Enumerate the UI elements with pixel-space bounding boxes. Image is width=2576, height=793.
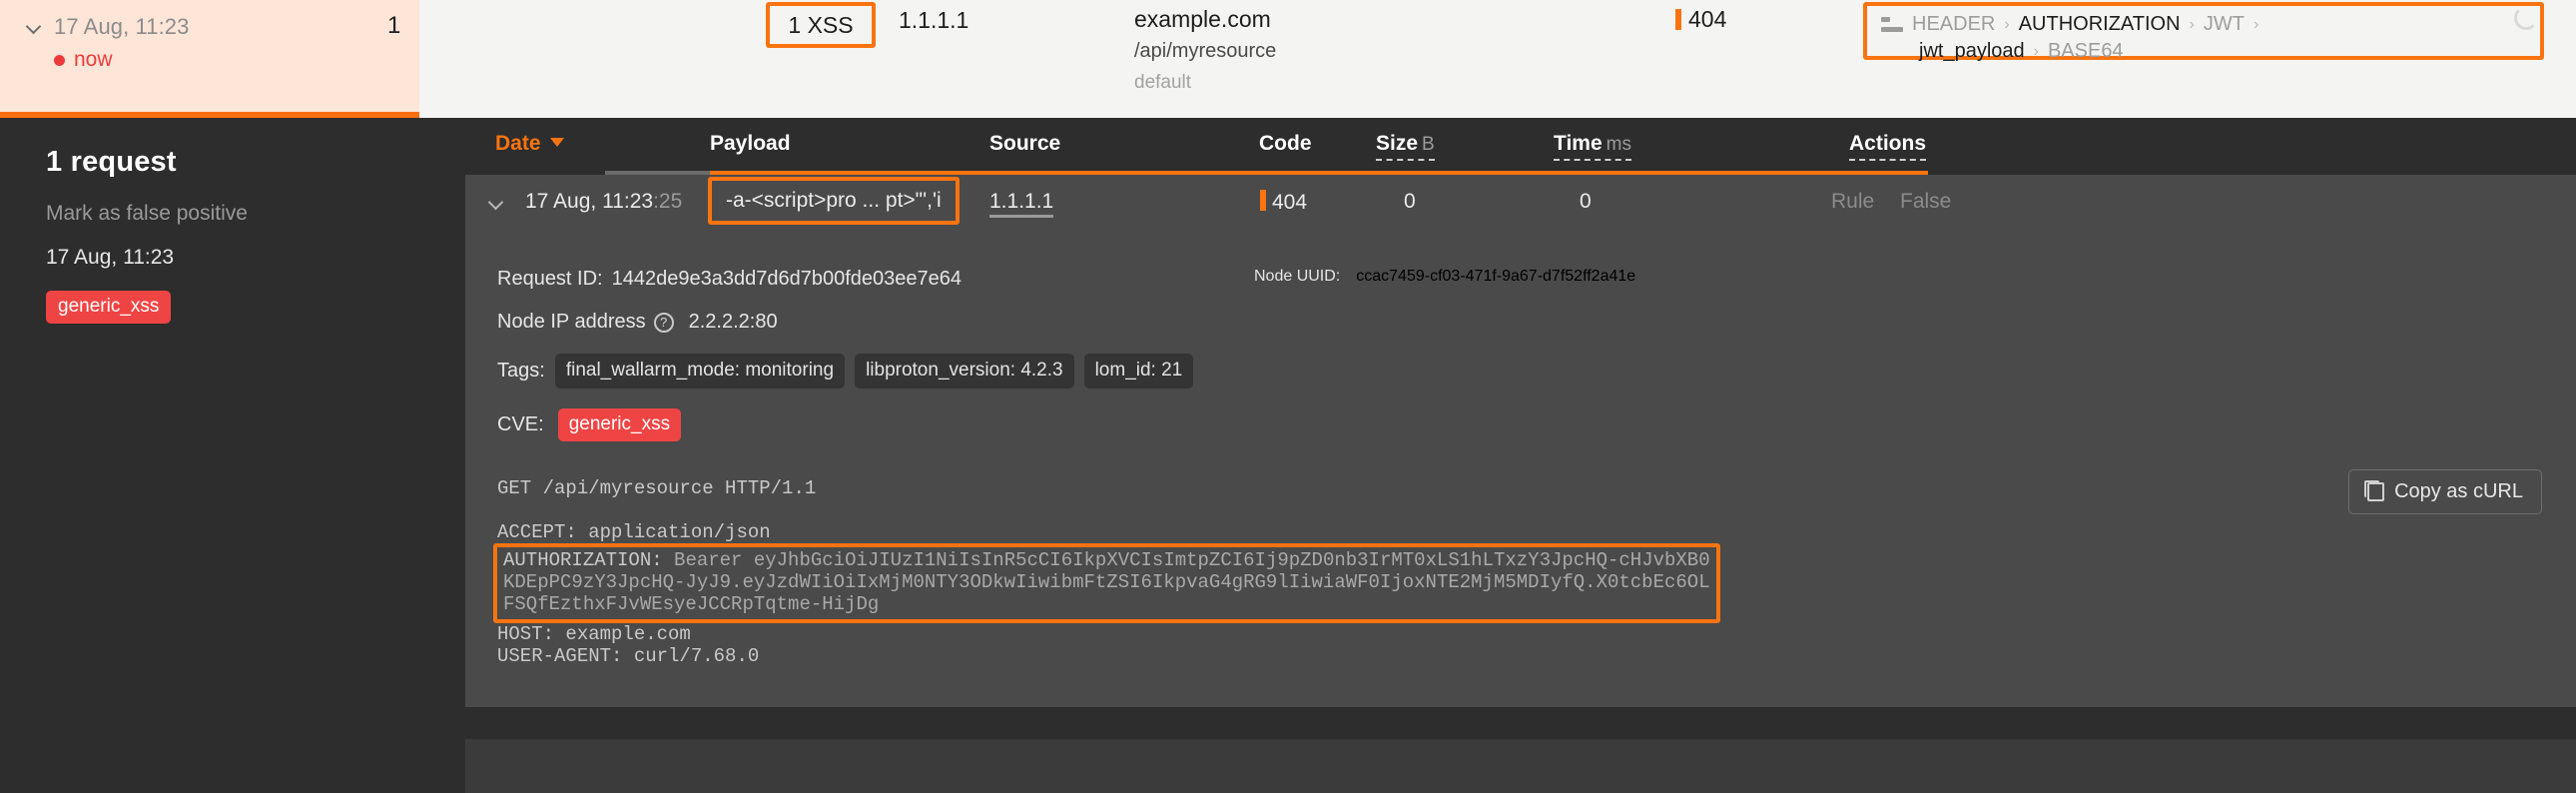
- sidebar-date: 17 Aug, 11:23: [46, 246, 175, 269]
- attack-branch: default: [1134, 72, 1192, 93]
- table-row[interactable]: 17 Aug, 11:23:25 -a-<script>pro ... pt>"…: [465, 175, 2576, 230]
- tags-label: Tags:: [497, 360, 545, 382]
- red-dot-icon: [54, 54, 65, 66]
- caret-down-icon[interactable]: [549, 138, 564, 147]
- node-ip-label: Node IP address: [497, 311, 646, 333]
- tags-row: Tags: final_wallarm_mode: monitoring lib…: [497, 354, 2576, 389]
- column-header-time[interactable]: Time ms: [1554, 132, 1631, 161]
- sidebar-title: 1 request: [46, 146, 177, 178]
- node-ip-value: 2.2.2.2:80: [688, 311, 778, 333]
- raw-line-user-agent: USER-AGENT: curl/7.68.0: [497, 645, 760, 667]
- cell-payload[interactable]: -a-<script>pro ... pt>"','i: [708, 177, 960, 225]
- main-area: 1 request Mark as false positive 17 Aug,…: [0, 118, 2576, 793]
- attack-summary-left[interactable]: 17 Aug, 11:23 now: [0, 0, 419, 118]
- column-header-source[interactable]: Source: [989, 132, 1060, 156]
- attack-type-chip[interactable]: 1 XSS: [766, 2, 876, 48]
- column-header-payload[interactable]: Payload: [710, 132, 791, 156]
- cve-label: CVE:: [497, 413, 544, 435]
- breadcrumb-part-jwt-payload: jwt_payload: [1919, 40, 2025, 62]
- attack-source-ip: 1.1.1.1: [899, 7, 969, 33]
- action-rule-button[interactable]: Rule: [1831, 190, 1874, 214]
- breadcrumb-separator: ›: [2253, 15, 2259, 33]
- column-header-actions[interactable]: Actions: [1849, 132, 1927, 161]
- tag-pill: final_wallarm_mode: monitoring: [554, 354, 846, 389]
- cell-code: 404: [1260, 190, 1307, 215]
- attack-path: /api/myresource: [1134, 40, 1277, 62]
- chevron-down-icon[interactable]: [489, 197, 503, 211]
- request-detail-panel: Request ID: 1442de9e3a3dd7d6d7b00fde03ee…: [465, 230, 2576, 739]
- request-id-label: Request ID:: [497, 268, 603, 290]
- breadcrumb-separator: ›: [2189, 15, 2195, 33]
- chevron-down-icon[interactable]: [26, 18, 44, 36]
- question-mark-icon[interactable]: ?: [653, 312, 674, 333]
- attack-domain: example.com: [1134, 6, 1271, 32]
- panel-bottom-strip: [465, 707, 2576, 739]
- attack-point-breadcrumb[interactable]: HEADER › AUTHORIZATION › JWT › jwt_paylo…: [1863, 2, 2544, 62]
- node-ip-row: Node IP address ? 2.2.2.2:80: [497, 311, 2576, 334]
- breadcrumb-part-base64: BASE64: [2047, 40, 2124, 62]
- cve-row: CVE: generic_xss: [497, 408, 2576, 441]
- requests-table: Date Payload Source Code Size B Time ms Ac…: [465, 118, 2576, 793]
- cell-source[interactable]: 1.1.1.1: [989, 190, 1054, 218]
- attack-date: 17 Aug, 11:23: [54, 14, 190, 39]
- raw-line-authorization-highlight: AUTHORIZATION: Bearer eyJhbGciOiJIUzI1Ni…: [493, 543, 1720, 623]
- cve-badge[interactable]: generic_xss: [557, 408, 682, 441]
- mark-false-positive-link[interactable]: Mark as false positive: [46, 202, 465, 226]
- tag-pill: lom_id: 21: [1083, 354, 1194, 389]
- node-uuid-value: ccac7459-cf03-471f-9a67-d7f52ff2a41e: [1356, 268, 1636, 285]
- breadcrumb-separator: ›: [2033, 42, 2039, 60]
- spinner-icon: [2514, 6, 2538, 30]
- breadcrumb-part-header: HEADER: [1912, 13, 1996, 35]
- code-color-bar: [1260, 190, 1266, 211]
- attack-count: 1: [387, 12, 401, 39]
- raw-line-accept: ACCEPT: application/json: [497, 521, 771, 543]
- breadcrumb-part-jwt: JWT: [2203, 13, 2245, 35]
- cell-size: 0: [1404, 190, 1416, 213]
- attack-summary-bar: 17 Aug, 11:23 now 1 1 XSS 1.1.1.1 exampl…: [0, 0, 2576, 118]
- attack-response-code-value: 404: [1688, 6, 1727, 32]
- copy-as-curl-button[interactable]: Copy as cURL: [2348, 469, 2542, 514]
- request-sidebar: 1 request Mark as false positive 17 Aug,…: [0, 118, 465, 793]
- column-header-size[interactable]: Size B: [1376, 132, 1435, 161]
- copy-as-curl-label: Copy as cURL: [2394, 480, 2523, 502]
- breadcrumb-separator: ›: [2004, 15, 2010, 33]
- header-lines-icon: [1881, 17, 1903, 32]
- node-uuid-label: Node UUID:: [1254, 268, 1341, 285]
- attack-response-code: 404: [1675, 6, 1726, 33]
- breadcrumb-part-authorization: AUTHORIZATION: [2018, 13, 2181, 35]
- column-header-date[interactable]: Date: [495, 132, 564, 156]
- request-id-value: 1442de9e3a3dd7d6d7b00fde03ee7e64: [611, 268, 962, 290]
- authorization-header-key: AUTHORIZATION:: [503, 549, 663, 571]
- sidebar-tag-badge[interactable]: generic_xss: [46, 291, 172, 324]
- node-uuid-block: Node UUID: ccac7459-cf03-471f-9a67-d7f52…: [1254, 268, 1635, 286]
- cell-date: 17 Aug, 11:23:25: [525, 190, 683, 213]
- action-false-button[interactable]: False: [1900, 190, 1951, 214]
- column-header-code[interactable]: Code: [1259, 132, 1312, 156]
- tag-pill: libproton_version: 4.2.3: [855, 354, 1074, 389]
- cell-time: 0: [1580, 190, 1592, 213]
- table-header-row: Date Payload Source Code Size B Time ms Ac…: [465, 118, 2576, 175]
- attack-status-text: now: [74, 48, 113, 71]
- copy-icon: [2364, 480, 2385, 501]
- raw-line-host: HOST: example.com: [497, 623, 691, 645]
- raw-request-block: Copy as cURL GET /api/myresource HTTP/1.…: [465, 469, 2576, 667]
- authorization-header-value: Bearer eyJhbGciOiJIUzI1NiIsInR5cCI6IkpXV…: [503, 549, 1710, 615]
- code-color-bar: [1675, 9, 1681, 30]
- raw-line-request: GET /api/myresource HTTP/1.1: [497, 477, 817, 499]
